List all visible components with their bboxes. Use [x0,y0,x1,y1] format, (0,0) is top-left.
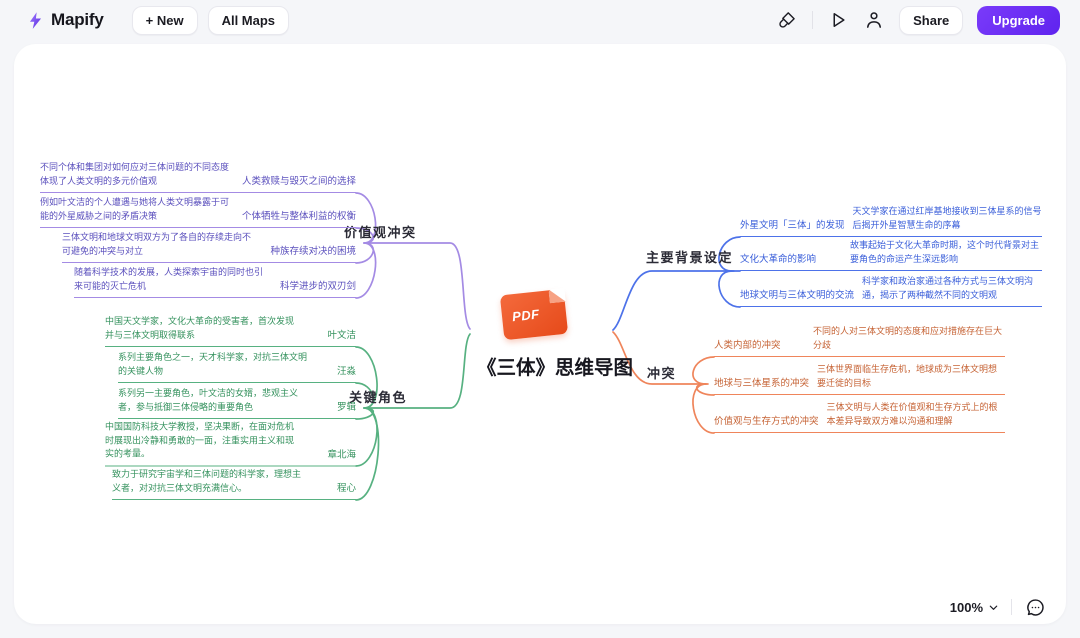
brand-name: Mapify [51,10,104,30]
mindmap-node[interactable]: 致力于研究宇宙学和三体问题的科学家，理想主义者，对对抗三体文明充满信心。 程心 [112,468,356,500]
upgrade-button[interactable]: Upgrade [977,6,1060,35]
mindmap-node[interactable]: 系列主要角色之一，天才科学家，对抗三体文明的关键人物 汪淼 [118,351,356,383]
node-label: 价值观与生存方式的冲突 [714,416,819,428]
branch-label-background[interactable]: 主要背景设定 [646,247,733,266]
mapify-logo[interactable]: Mapify [26,10,104,30]
mindmap-node[interactable]: 例如叶文洁的个人遭遇与她将人类文明暴露于可能的外星威胁之间的矛盾决策 个体牺牲与… [40,196,356,228]
node-label: 个体牺牲与整体利益的权衡 [242,211,356,223]
node-desc: 致力于研究宇宙学和三体问题的科学家，理想主义者，对对抗三体文明充满信心。 [112,468,302,495]
node-label: 科学进步的双刃剑 [280,281,356,293]
share-button[interactable]: Share [899,6,963,35]
zoom-control[interactable]: 100% [950,600,999,615]
status-bar: 100% [950,596,1046,618]
node-label: 人类内部的冲突 [714,340,781,352]
root-title: 《三体》思维导图 [470,351,640,380]
folded-corner [548,288,565,304]
node-desc: 例如叶文洁的个人遭遇与她将人类文明暴露于可能的外星威胁之间的矛盾决策 [40,196,232,223]
node-desc: 中国天文学家，文化大革命的受害者，首次发现并与三体文明取得联系 [105,315,295,342]
mindmap-node[interactable]: 地球与三体星系的冲突 三体世界面临生存危机，地球成为三体文明想要迁徙的目标 [714,363,1005,395]
node-desc: 故事起始于文化大革命时期，这个时代背景对主要角色的命运产生深远影响 [850,239,1042,266]
node-label: 地球文明与三体文明的交流 [740,290,854,302]
branch-label-conflict[interactable]: 冲突 [647,363,676,382]
node-desc: 中国国防科技大学教授，坚决果断，在面对危机时展现出冷静和勇敢的一面，注重实用主义… [105,421,295,462]
mindmap-node[interactable]: 不同个体和集团对如何应对三体问题的不同态度体现了人类文明的多元价值观 人类救赎与… [40,161,356,193]
style-brush-icon[interactable] [776,9,798,31]
all-maps-button[interactable]: All Maps [208,6,289,35]
node-desc: 三体世界面临生存危机，地球成为三体文明想要迁徙的目标 [817,363,1005,390]
mindmap-node[interactable]: 系列另一主要角色，叶文洁的女婿，悲观主义者，参与抵御三体侵略的重要角色 罗辑 [118,387,356,419]
node-label: 叶文洁 [327,330,356,342]
branch-label-key-characters[interactable]: 关键角色 [349,387,407,406]
mindmap-node[interactable]: 随着科学技术的发展，人类探索宇宙的同时也引来可能的灭亡危机 科学进步的双刃剑 [74,266,356,298]
top-bar: Mapify + New All Maps Share Upgrade [0,0,1080,40]
node-label: 罗辑 [337,402,356,414]
root-node[interactable]: PDF 《三体》思维导图 [470,292,640,380]
node-label: 种族存续对决的困境 [270,246,356,258]
node-label: 文化大革命的影响 [740,254,816,266]
node-desc: 不同的人对三体文明的态度和应对措施存在巨大分歧 [813,325,1005,352]
zoom-level: 100% [950,600,983,615]
new-map-button[interactable]: + New [132,6,198,35]
node-label: 章北海 [327,449,356,461]
mindmap-node[interactable]: 外星文明「三体」的发现 天文学家在通过红岸基地接收到三体星系的信号后揭开外星智慧… [740,205,1042,237]
node-desc: 三体文明和地球文明双方为了各自的存续走向不可避免的冲突与对立 [62,231,252,258]
pdf-file-icon: PDF [500,289,568,340]
profile-icon[interactable] [863,9,885,31]
mindmap-node[interactable]: 地球文明与三体文明的交流 科学家和政治家通过各种方式与三体文明沟通，揭示了两种截… [740,275,1042,307]
topbar-divider [812,11,813,29]
feedback-chat-icon[interactable] [1024,596,1046,618]
node-desc: 天文学家在通过红岸基地接收到三体星系的信号后揭开外星智慧生命的序幕 [853,205,1042,232]
node-desc: 系列另一主要角色，叶文洁的女婿，悲观主义者，参与抵御三体侵略的重要角色 [118,387,300,414]
mindmap-node[interactable]: 文化大革命的影响 故事起始于文化大革命时期，这个时代背景对主要角色的命运产生深远… [740,239,1042,271]
mindmap-node[interactable]: 人类内部的冲突 不同的人对三体文明的态度和应对措施存在巨大分歧 [714,325,1005,357]
node-desc: 科学家和政治家通过各种方式与三体文明沟通，揭示了两种截然不同的文明观 [862,275,1042,302]
bolt-icon [26,11,45,30]
statusbar-divider [1011,599,1012,615]
mindmap-node[interactable]: 价值观与生存方式的冲突 三体文明与人类在价值观和生存方式上的根本差异导致双方难以… [714,401,1005,433]
chevron-down-icon [988,602,999,613]
node-label: 汪淼 [337,366,356,378]
node-desc: 随着科学技术的发展，人类探索宇宙的同时也引来可能的灭亡危机 [74,266,264,293]
node-label: 地球与三体星系的冲突 [714,378,809,390]
pdf-badge: PDF [511,306,540,324]
mindmap-node[interactable]: 中国天文学家，文化大革命的受害者，首次发现并与三体文明取得联系 叶文洁 [105,315,356,347]
mindmap-node[interactable]: 三体文明和地球文明双方为了各自的存续走向不可避免的冲突与对立 种族存续对决的困境 [62,231,356,263]
node-label: 程心 [337,483,356,495]
node-desc: 三体文明与人类在价值观和生存方式上的根本差异导致双方难以沟通和理解 [827,401,1005,428]
node-label: 外星文明「三体」的发现 [740,220,845,232]
node-desc: 系列主要角色之一，天才科学家，对抗三体文明的关键人物 [118,351,308,378]
present-play-icon[interactable] [827,9,849,31]
node-label: 人类救赎与毁灭之间的选择 [242,176,356,188]
node-desc: 不同个体和集团对如何应对三体问题的不同态度体现了人类文明的多元价值观 [40,161,232,188]
mindmap-node[interactable]: 中国国防科技大学教授，坚决果断，在面对危机时展现出冷静和勇敢的一面，注重实用主义… [105,421,356,467]
